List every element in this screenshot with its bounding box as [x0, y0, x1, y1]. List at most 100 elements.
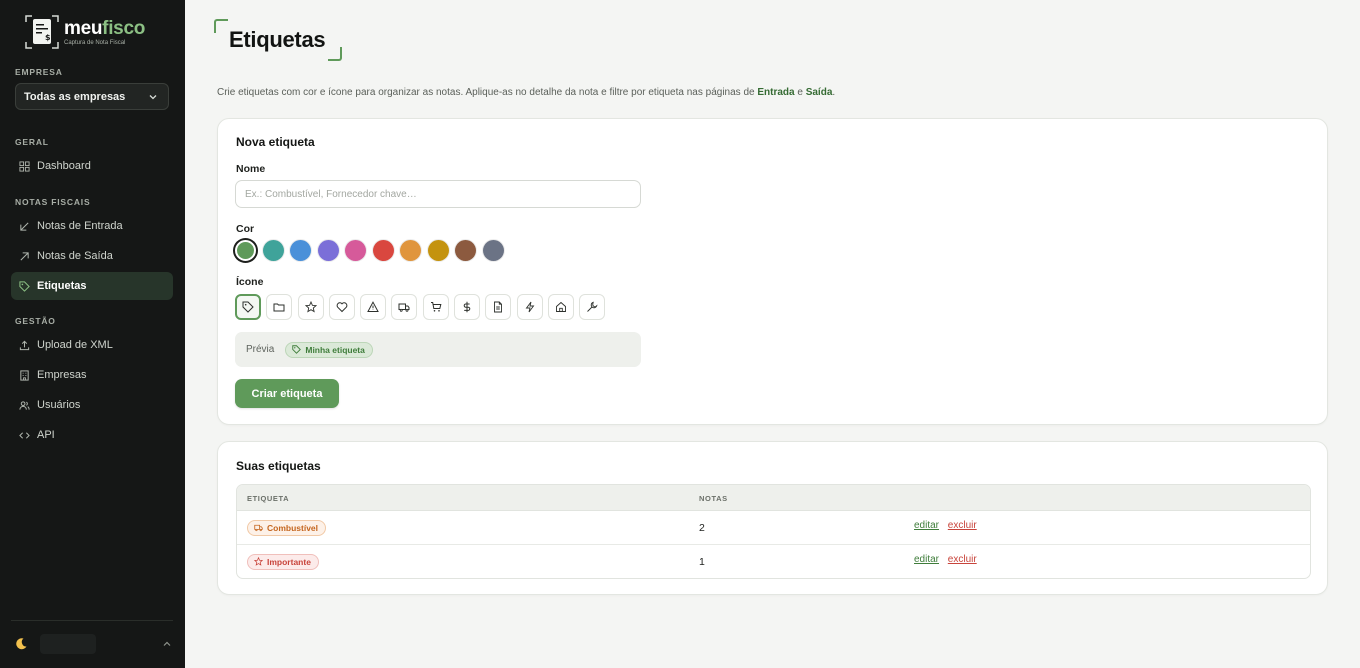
page-title-block: Etiquetas [214, 19, 342, 61]
color-swatches [235, 240, 510, 261]
tag-badge-importante[interactable]: Importante [247, 553, 319, 570]
folder-icon [273, 303, 285, 312]
chevron-up-icon[interactable] [162, 639, 172, 649]
cart-icon [430, 302, 442, 312]
color-swatch[interactable] [262, 240, 284, 261]
icon-option-heart[interactable] [328, 294, 355, 320]
brand-logo[interactable]: $ meufisco Captura de Nota Fiscal [24, 14, 145, 50]
sidebar-item-label: Usuários [37, 399, 81, 411]
notes-count: 2 [699, 522, 705, 534]
tag-badge-combustivel[interactable]: Combustível [247, 519, 327, 536]
sidebar-item-dashboard[interactable]: Dashboard [11, 152, 173, 180]
sidebar-item-label: Notas de Saída [37, 250, 113, 262]
page-description: Crie etiquetas com cor e ícone para orga… [217, 87, 836, 98]
dollar-icon [463, 301, 471, 313]
edit-link[interactable]: editar [914, 520, 939, 531]
preview-tag-label: Minha etiqueta [305, 344, 365, 355]
icon-option-star[interactable] [297, 294, 324, 320]
brand-name: meufisco [64, 17, 146, 39]
color-swatch[interactable] [427, 240, 449, 261]
sidebar-item-notas-entrada[interactable]: Notas de Entrada [11, 212, 173, 240]
icon-option-tag[interactable] [235, 294, 261, 320]
sidebar-divider [11, 620, 173, 621]
color-swatch[interactable] [372, 240, 394, 261]
tag-icon [19, 280, 30, 292]
new-tag-title: Nova etiqueta [236, 135, 315, 149]
create-tag-button[interactable]: Criar etiqueta [235, 379, 339, 408]
color-swatch[interactable] [235, 240, 256, 261]
chevron-down-icon [149, 94, 157, 99]
tag-label: Combustível [267, 522, 319, 533]
delete-link[interactable]: excluir [948, 554, 977, 565]
svg-text:$: $ [45, 33, 51, 42]
icon-label: Ícone [236, 276, 264, 288]
company-select-value: Todas as empresas [24, 90, 126, 103]
star-icon [254, 557, 263, 566]
user-menu[interactable] [40, 634, 96, 654]
icon-option-bolt[interactable] [516, 294, 543, 320]
moon-icon[interactable] [14, 637, 28, 651]
row-actions: editar excluir [914, 554, 977, 565]
company-select[interactable]: Todas as empresas [15, 83, 169, 110]
sidebar-footer [14, 632, 172, 656]
color-label: Cor [236, 223, 255, 235]
color-swatch[interactable] [482, 240, 504, 261]
icon-option-dollar[interactable] [454, 294, 481, 320]
new-tag-card: Nova etiqueta Nome Cor Ícone [217, 118, 1328, 425]
edit-link[interactable]: editar [914, 554, 939, 565]
color-swatch[interactable] [400, 240, 421, 261]
arrow-up-right-icon [20, 251, 29, 261]
arrow-down-left-icon [20, 221, 29, 231]
delete-link[interactable]: excluir [948, 520, 977, 531]
color-swatch[interactable] [345, 240, 366, 261]
sidebar-item-label: Notas de Entrada [37, 220, 123, 232]
color-swatch[interactable] [317, 240, 339, 261]
sidebar-item-etiquetas[interactable]: Etiquetas [11, 272, 173, 300]
wrench-icon [587, 301, 598, 312]
preview-label: Prévia [246, 344, 275, 355]
section-label-geral: GERAL [15, 137, 49, 147]
heart-icon [336, 302, 348, 313]
star-icon [304, 301, 317, 313]
users-icon [19, 400, 30, 410]
sidebar-item-usuarios[interactable]: Usuários [11, 391, 173, 419]
company-label: EMPRESA [15, 67, 63, 77]
tag-label: Importante [267, 556, 311, 567]
icon-option-truck[interactable] [391, 294, 418, 320]
sidebar-item-notas-saida[interactable]: Notas de Saída [11, 242, 173, 270]
link-entrada[interactable]: Entrada [757, 87, 794, 98]
color-swatch[interactable] [290, 240, 311, 261]
truck-icon [254, 524, 263, 532]
building-icon [20, 369, 29, 381]
truck-icon [398, 303, 410, 312]
section-label-notas: NOTAS FISCAIS [15, 197, 91, 207]
table-row: Importante 1 editar excluir [237, 545, 1310, 578]
alert-triangle-icon [367, 301, 380, 312]
sidebar-item-label: Etiquetas [37, 280, 87, 292]
table-row: Combustível 2 editar excluir [237, 511, 1310, 545]
title-corner-decoration [214, 19, 228, 33]
icon-option-file[interactable] [485, 294, 512, 320]
color-swatch[interactable] [455, 240, 476, 261]
page-title: Etiquetas [229, 27, 326, 52]
notes-count: 1 [699, 556, 705, 568]
code-icon [19, 431, 30, 439]
icon-option-alert[interactable] [360, 294, 387, 320]
tags-table: ETIQUETA NOTAS Combustível 2 editar excl… [236, 484, 1311, 579]
icon-option-home[interactable] [547, 294, 574, 320]
link-saida[interactable]: Saída [806, 87, 833, 98]
brand-tagline: Captura de Nota Fiscal [64, 39, 126, 46]
sidebar-item-label: Upload de XML [37, 339, 113, 351]
icon-option-cart[interactable] [422, 294, 449, 320]
sidebar-item-label: Dashboard [37, 160, 91, 172]
sidebar-item-empresas[interactable]: Empresas [11, 361, 173, 389]
column-header-etiqueta: ETIQUETA [247, 494, 290, 503]
sidebar-item-label: Empresas [37, 369, 87, 381]
bolt-icon [525, 301, 535, 313]
sidebar-item-api[interactable]: API [11, 421, 173, 449]
sidebar-item-upload-xml[interactable]: Upload de XML [11, 331, 173, 359]
icon-option-wrench[interactable] [579, 294, 606, 320]
table-header: ETIQUETA NOTAS [237, 485, 1310, 511]
icon-option-folder[interactable] [266, 294, 293, 320]
tag-name-input[interactable] [235, 180, 641, 208]
